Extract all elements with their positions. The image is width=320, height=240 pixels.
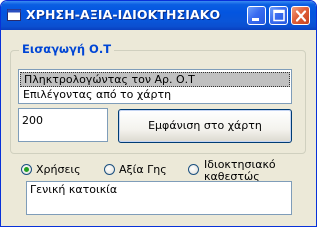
radio-land-value[interactable] — [104, 164, 115, 175]
list-item-pick-from-map[interactable]: Επιλέγοντας από το χάρτη — [20, 87, 290, 102]
maximize-icon — [273, 9, 285, 22]
close-button[interactable] — [291, 6, 310, 25]
show-on-map-button[interactable]: Εμφάνιση στο χάρτη — [118, 109, 292, 143]
group-legend: Εισαγωγή Ο.Τ — [19, 42, 115, 56]
window-title: ΧΡΗΣΗ-ΑΞΙΑ-ΙΔΙΟΚΤΗΣΙΑΚΟ — [26, 7, 221, 22]
radio-uses-label: Χρήσεις — [36, 163, 81, 176]
app-window: ΧΡΗΣΗ-ΑΞΙΑ-ΙΔΙΟΚΤΗΣΙΑΚΟ Εισαγωγή Ο.Τ Πλη… — [0, 0, 317, 227]
minimize-icon — [252, 18, 259, 21]
result-text-field[interactable]: Γενική κατοικία — [26, 181, 292, 215]
list-item-type-number[interactable]: Πληκτρολογώντας τον Αρ. Ο.Τ — [20, 72, 290, 87]
radio-land-value-label: Αξία Γης — [119, 163, 167, 176]
ot-number-input[interactable]: 200 — [18, 108, 108, 142]
radio-uses[interactable] — [21, 164, 32, 175]
title-bar[interactable]: ΧΡΗΣΗ-ΑΞΙΑ-ΙΔΙΟΚΤΗΣΙΑΚΟ — [1, 1, 316, 30]
radio-ownership-status[interactable] — [188, 164, 199, 175]
application-window-icon — [7, 9, 21, 21]
input-method-list[interactable]: Πληκτρολογώντας τον Αρ. Ο.Τ Επιλέγοντας … — [18, 69, 292, 104]
close-icon — [295, 10, 307, 22]
maximize-button[interactable] — [269, 6, 288, 25]
minimize-button[interactable] — [247, 6, 266, 25]
